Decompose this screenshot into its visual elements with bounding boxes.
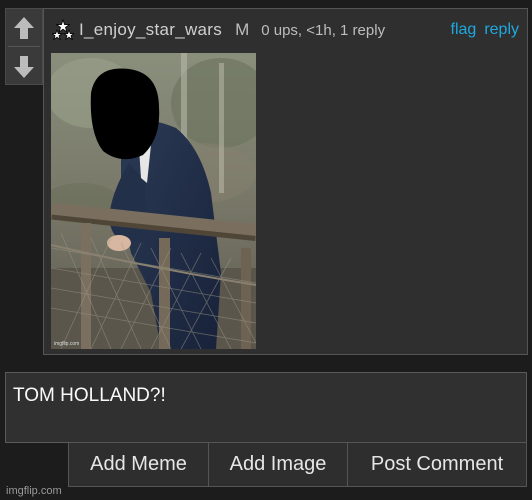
comment-header: I_enjoy_star_wars M 0 ups, <1h, 1 reply … (52, 15, 519, 45)
post-comment-button[interactable]: Post Comment (348, 443, 526, 486)
mod-badge: M (235, 20, 250, 39)
reply-textarea[interactable]: TOM HOLLAND?! (5, 372, 527, 443)
comment-card: I_enjoy_star_wars M 0 ups, <1h, 1 reply … (43, 8, 528, 355)
image-watermark: imgflip.com (54, 341, 80, 347)
downvote-button[interactable] (6, 49, 42, 85)
man-leaning-on-railing-photo (51, 53, 256, 349)
star-triangle-avatar-icon[interactable] (52, 19, 74, 41)
flag-link[interactable]: flag (451, 21, 477, 39)
down-arrow-icon (14, 56, 34, 78)
comment-meta: 0 ups, <1h, 1 reply (261, 21, 386, 39)
vote-divider (8, 46, 40, 47)
comment-username[interactable]: I_enjoy_star_wars (79, 20, 222, 40)
comment-action-bar: Add Meme Add Image Post Comment (68, 442, 527, 487)
up-arrow-icon (14, 17, 34, 39)
add-image-button[interactable]: Add Image (209, 443, 348, 486)
upvote-button[interactable] (6, 10, 42, 46)
add-meme-button[interactable]: Add Meme (69, 443, 209, 486)
reply-link[interactable]: reply (484, 21, 519, 39)
vote-controls (5, 8, 43, 85)
site-watermark: imgflip.com (6, 485, 62, 497)
comment-image[interactable]: imgflip.com (51, 53, 256, 349)
